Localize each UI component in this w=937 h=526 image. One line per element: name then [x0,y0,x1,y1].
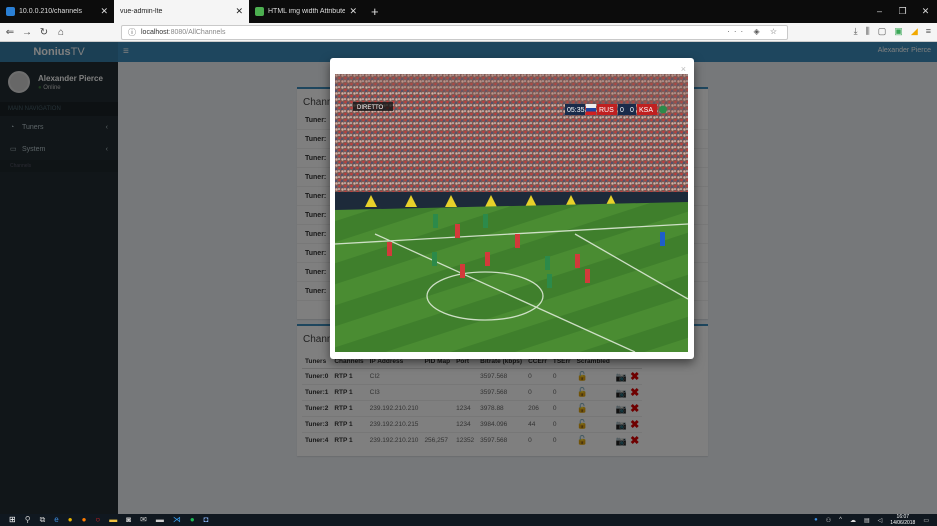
notifications-icon[interactable]: ▭ [923,517,929,524]
chevron-up-icon[interactable]: ^ [839,517,842,523]
tab-title: HTML img width Attribute [268,8,346,15]
edge-icon[interactable]: e [54,514,58,526]
store-icon[interactable]: ◙ [126,514,131,526]
tab-vue-admin-lte[interactable]: vue-admin-lte ✕ [114,0,249,23]
match-time: 05:35 [567,107,585,114]
firefox-icon[interactable]: ● [82,514,87,526]
video-modal: × DIRETTO 05:35 RUS 0 0 KSA [330,58,694,359]
url-bar[interactable]: ⓘ localhost:8080/AllChannels ··· ◈ ☆ [121,25,788,40]
spotify-icon[interactable]: ● [190,514,195,526]
video-stream[interactable]: DIRETTO 05:35 RUS 0 0 KSA [335,74,688,352]
close-icon[interactable]: × [681,64,686,74]
window-controls: – ❐ ✕ [868,0,937,23]
system-tray: ● ⚇ ^ ☁ ▤ ◁ 16:07 14/06/2018 ▭ [814,514,929,526]
close-tab-icon[interactable]: ✕ [100,6,108,17]
library-icon[interactable]: ⫼ [866,26,870,37]
cloud-icon[interactable]: ☁ [850,517,856,524]
more-icon[interactable]: ··· [727,27,747,36]
new-tab-button[interactable]: + [363,0,387,23]
globe-icon [6,7,15,16]
close-tab-icon[interactable]: ✕ [235,6,243,17]
pocket-icon[interactable]: ◈ [753,27,763,36]
browser-navbar: ⇐ → ↻ ⌂ ⓘ localhost:8080/AllChannels ···… [0,23,937,42]
clock-date: 14/06/2018 [890,520,916,526]
away-score: 0 [630,107,634,114]
url-host: localhost [141,29,169,36]
extension-icon[interactable]: ◢ [911,26,918,37]
file-explorer-icon[interactable]: ▬ [109,514,117,526]
vscode-icon[interactable]: ⋊ [173,514,181,526]
tab-html-img[interactable]: HTML img width Attribute ✕ [249,0,363,23]
url-actions: ··· ◈ ☆ [727,27,781,36]
back-icon[interactable]: ⇐ [3,27,17,38]
help-icon[interactable]: ● [814,517,818,523]
football-match-image: DIRETTO 05:35 RUS 0 0 KSA [335,74,688,352]
tab-channels[interactable]: 10.0.0.210/channels ✕ [0,0,114,23]
minimize-button[interactable]: – [868,0,891,23]
mail-icon[interactable]: ✉ [140,514,147,526]
download-icon[interactable]: ⤓ [854,26,858,37]
app-icon[interactable]: ◘ [204,514,209,526]
sidebar-toggle-icon[interactable]: ▢ [878,26,887,37]
reload-icon[interactable]: ↻ [37,27,51,38]
people-icon[interactable]: ⚇ [826,517,831,524]
opera-icon[interactable]: ○ [95,514,100,526]
windows-start-icon[interactable]: ⊞ [9,514,16,526]
scoreboard: 05:35 RUS 0 0 KSA [565,104,667,115]
clock[interactable]: 16:07 14/06/2018 [890,514,915,526]
extension-icon[interactable]: ▣ [894,26,903,37]
away-team: KSA [639,107,653,114]
live-tag: DIRETTO [357,105,384,111]
task-view-icon[interactable]: ⧉ [40,514,46,526]
home-icon[interactable]: ⌂ [54,27,68,38]
bookmark-star-icon[interactable]: ☆ [770,27,781,36]
search-icon[interactable]: ⚲ [25,514,31,526]
maximize-button[interactable]: ❐ [891,0,914,23]
forward-icon[interactable]: → [20,27,34,38]
url-path: :8080/AllChannels [168,29,226,36]
close-tab-icon[interactable]: ✕ [349,6,357,17]
browser-toolbar: ⤓ ⫼ ▢ ▣ ◢ ≡ [854,26,931,37]
home-team: RUS [599,107,614,114]
network-icon[interactable]: ▤ [864,517,870,524]
browser-tabbar: 10.0.0.210/channels ✕ vue-admin-lte ✕ HT… [0,0,937,23]
tab-title: vue-admin-lte [120,8,163,15]
volume-icon[interactable]: ◁ [878,517,883,524]
close-window-button[interactable]: ✕ [914,0,937,23]
hamburger-menu-icon[interactable]: ≡ [926,26,931,37]
tab-title: 10.0.0.210/channels [19,8,83,15]
terminal-icon[interactable]: ▬ [156,514,164,526]
chrome-icon[interactable]: ● [68,514,73,526]
windows-taskbar: ⊞ ⚲ ⧉ e ● ● ○ ▬ ◙ ✉ ▬ ⋊ ● ◘ ● ⚇ ^ ☁ ▤ ◁ … [0,514,937,526]
w3schools-icon [255,7,264,16]
info-icon[interactable]: ⓘ [128,27,136,38]
home-score: 0 [620,107,624,114]
